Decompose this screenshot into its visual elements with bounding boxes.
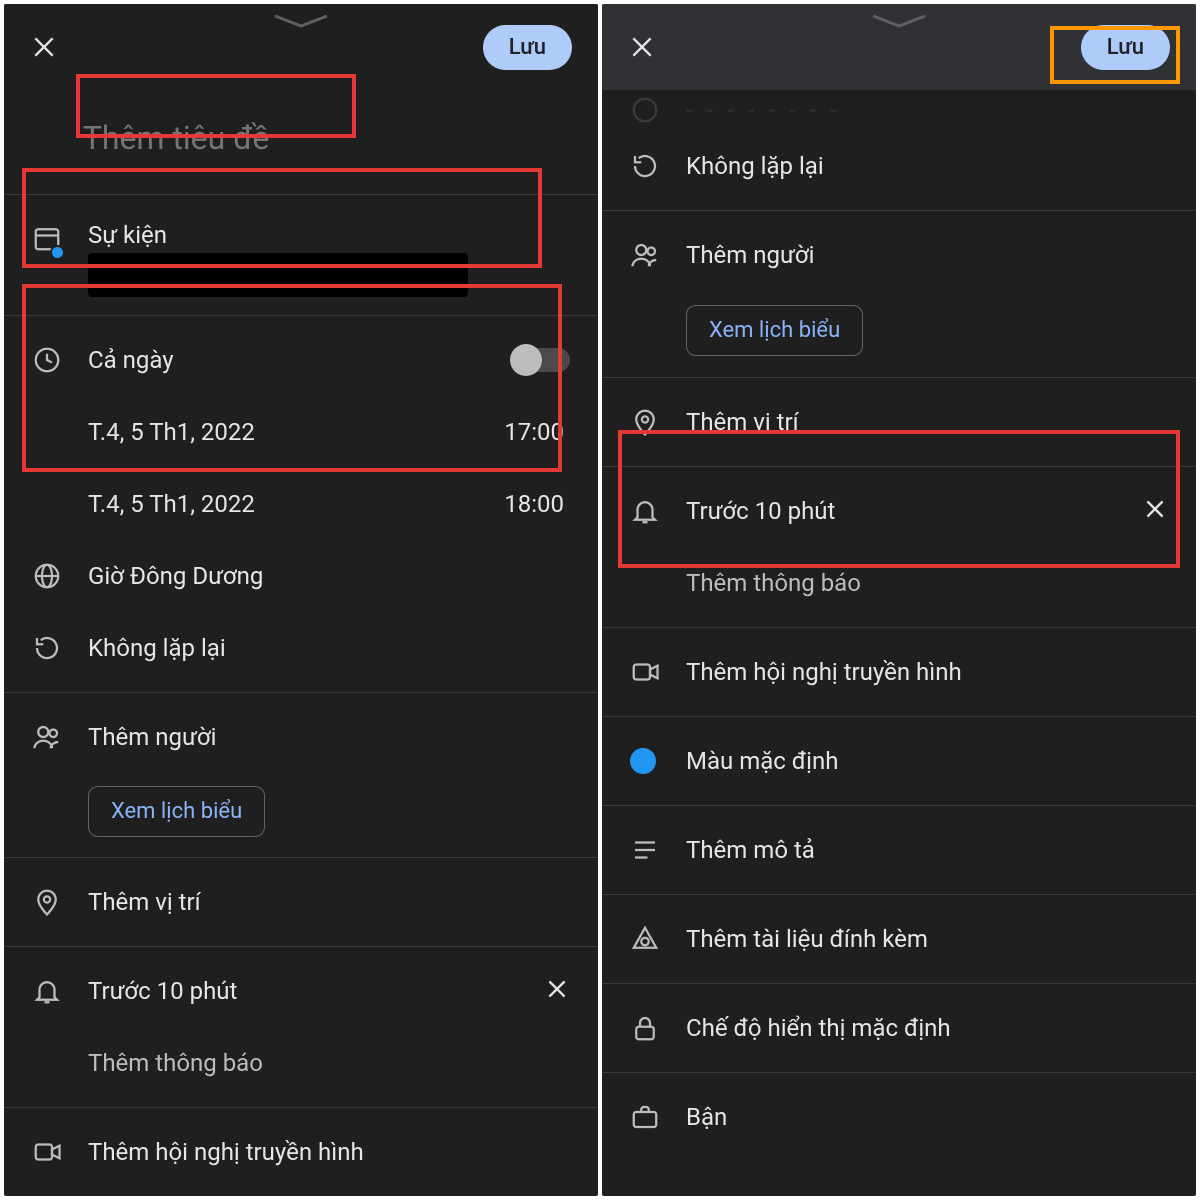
briefcase-icon <box>630 1102 660 1132</box>
add-location-row[interactable]: Thêm vị trí <box>686 408 799 436</box>
repeat-row[interactable]: Không lặp lại <box>686 152 824 180</box>
add-video-row[interactable]: Thêm hội nghị truyền hình <box>686 658 962 686</box>
description-icon <box>630 835 660 865</box>
add-description-row[interactable]: Thêm mô tả <box>686 836 815 864</box>
clock-icon <box>32 345 62 375</box>
repeat-icon <box>32 633 62 663</box>
lock-icon <box>630 1013 660 1043</box>
default-color-row[interactable]: Màu mặc định <box>686 747 838 775</box>
repeat-row[interactable]: Không lặp lại <box>88 634 226 662</box>
event-editor-screen-2: Lưu - - - - - - - - Không lặp lại Thêm n… <box>602 4 1196 1196</box>
add-notification-row[interactable]: Thêm thông báo <box>88 1049 263 1077</box>
add-attachment-row[interactable]: Thêm tài liệu đính kèm <box>686 925 928 953</box>
add-people-row[interactable]: Thêm người <box>686 241 814 269</box>
attachment-icon <box>630 924 660 954</box>
title-input[interactable] <box>83 97 570 179</box>
visibility-row[interactable]: Chế độ hiển thị mặc định <box>686 1014 951 1042</box>
add-location-row[interactable]: Thêm vị trí <box>88 888 201 916</box>
allday-toggle[interactable] <box>512 348 570 372</box>
end-time[interactable]: 18:00 <box>504 490 570 518</box>
remove-notification-button[interactable] <box>1142 496 1168 526</box>
bell-icon <box>32 976 62 1006</box>
content-scroll[interactable]: Sự kiện Cả ngày T.4, 5 Th1, 2022 17:00 T… <box>4 90 598 1196</box>
people-icon <box>32 722 62 752</box>
close-button[interactable] <box>628 33 656 61</box>
notification-row[interactable]: Trước 10 phút <box>686 497 835 525</box>
location-icon <box>32 887 62 917</box>
people-icon <box>630 240 660 270</box>
save-button[interactable]: Lưu <box>1081 25 1170 70</box>
close-button[interactable] <box>30 33 58 61</box>
video-icon <box>32 1137 62 1167</box>
drag-handle-icon <box>271 12 331 24</box>
add-people-row[interactable]: Thêm người <box>88 723 216 751</box>
notification-row[interactable]: Trước 10 phút <box>88 977 237 1005</box>
calendar-icon <box>32 223 62 257</box>
view-schedule-button[interactable]: Xem lịch biểu <box>88 786 265 837</box>
view-schedule-button[interactable]: Xem lịch biểu <box>686 305 863 356</box>
start-time[interactable]: 17:00 <box>504 418 570 446</box>
location-icon <box>630 407 660 437</box>
video-icon <box>630 657 660 687</box>
add-video-row[interactable]: Thêm hội nghị truyền hình <box>88 1138 364 1166</box>
drag-handle-icon <box>869 12 929 24</box>
header-bar: Lưu <box>602 4 1196 90</box>
save-button[interactable]: Lưu <box>483 25 572 70</box>
bell-icon <box>630 496 660 526</box>
content-scroll[interactable]: - - - - - - - - Không lặp lại Thêm người… <box>602 90 1196 1196</box>
globe-icon <box>32 561 62 591</box>
event-editor-screen-1: Lưu Sự kiện Cả ngày <box>4 4 598 1196</box>
color-swatch-icon <box>630 748 656 774</box>
header-bar: Lưu <box>4 4 598 90</box>
globe-icon <box>630 95 660 125</box>
remove-notification-button[interactable] <box>544 976 570 1006</box>
timezone-row[interactable]: Giờ Đông Dương <box>88 562 263 590</box>
availability-row[interactable]: Bận <box>686 1103 727 1131</box>
add-notification-row[interactable]: Thêm thông báo <box>686 569 861 597</box>
allday-label: Cả ngày <box>88 346 174 374</box>
end-date[interactable]: T.4, 5 Th1, 2022 <box>88 490 255 518</box>
repeat-icon <box>630 151 660 181</box>
event-type-label[interactable]: Sự kiện <box>88 221 570 249</box>
start-date[interactable]: T.4, 5 Th1, 2022 <box>88 418 255 446</box>
calendar-name-redacted <box>88 253 468 297</box>
